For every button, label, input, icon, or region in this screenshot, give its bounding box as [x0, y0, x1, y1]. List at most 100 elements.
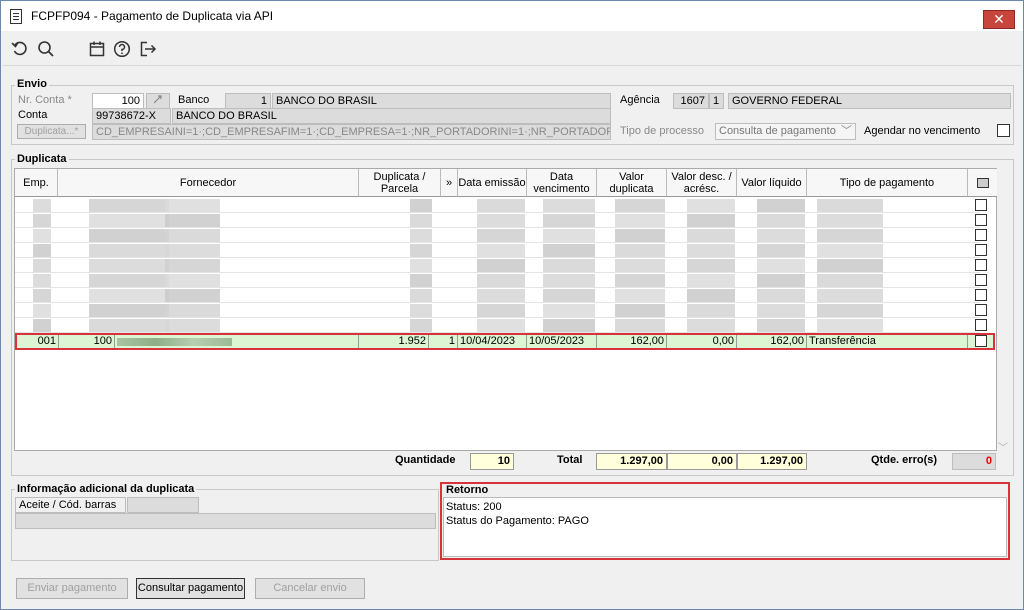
row-checkbox[interactable]: [975, 319, 987, 331]
duplicata-grid: Emp. Fornecedor Duplicata / Parcela » Da…: [14, 168, 1008, 454]
redacted-cell: [89, 214, 169, 227]
redacted-cell: [33, 319, 51, 332]
redacted-cell: [89, 229, 169, 242]
redacted-cell: [33, 304, 51, 317]
redacted-cell: [817, 214, 883, 227]
redacted-cell: [817, 274, 883, 287]
row-checkbox[interactable]: [975, 229, 987, 241]
redacted-cell: [757, 319, 805, 332]
scroll-down-icon[interactable]: ﹀: [998, 439, 1008, 454]
cell-valor-desc: 0,00: [667, 335, 737, 348]
consultar-pagamento-button[interactable]: Consultar pagamento: [136, 578, 245, 599]
redacted-cell: [165, 319, 220, 332]
redacted-cell: [33, 244, 51, 257]
redacted-cell: [757, 259, 805, 272]
redacted-cell: [687, 199, 735, 212]
table-row[interactable]: [15, 288, 987, 303]
banco-code: 1: [225, 93, 271, 109]
redacted-cell: [477, 319, 525, 332]
table-row[interactable]: [15, 243, 987, 258]
selected-table-row[interactable]: 001 100 1.952 1 10/04/2023 10/05/2023 16…: [15, 333, 995, 350]
table-row[interactable]: [15, 258, 987, 273]
enviar-pagamento-button[interactable]: Enviar pagamento: [16, 578, 128, 599]
qtde-erro-label: Qtde. erro(s): [871, 454, 938, 466]
help-icon[interactable]: [112, 39, 132, 59]
tipo-processo-select[interactable]: Consulta de pagamento ﹀: [715, 123, 856, 140]
col-valor-liquido[interactable]: Valor líquido: [737, 169, 807, 197]
col-fornecedor[interactable]: Fornecedor: [58, 169, 359, 197]
redacted-cell: [543, 244, 595, 257]
cell-fornecedor-name: [115, 335, 359, 348]
col-data-vencimento[interactable]: Data vencimento: [527, 169, 597, 197]
row-checkbox[interactable]: [975, 335, 987, 347]
redacted-cell: [817, 304, 883, 317]
retorno-status-pagamento: Status do Pagamento: PAGO: [446, 515, 589, 527]
row-checkbox[interactable]: [975, 304, 987, 316]
redacted-cell: [687, 274, 735, 287]
table-row[interactable]: [15, 198, 987, 213]
row-checkbox[interactable]: [975, 244, 987, 256]
redacted-cell: [165, 244, 220, 257]
redacted-cell: [477, 244, 525, 257]
duplicata-button[interactable]: Duplicata...*: [17, 124, 86, 139]
col-duplicata-parcela[interactable]: Duplicata / Parcela: [359, 169, 441, 197]
col-select-all[interactable]: [968, 169, 997, 197]
col-tipo-pagamento[interactable]: Tipo de pagamento: [807, 169, 968, 197]
cell-data-vencimento: 10/05/2023: [527, 335, 597, 348]
redacted-cell: [165, 229, 220, 242]
redacted-cell: [687, 214, 735, 227]
document-icon: [10, 9, 22, 24]
table-row[interactable]: [15, 228, 987, 243]
calendar-icon[interactable]: [87, 39, 107, 59]
search-icon[interactable]: [36, 39, 56, 59]
col-valor-duplicata[interactable]: Valor duplicata: [597, 169, 667, 197]
redacted-cell: [410, 229, 432, 242]
lookup-button[interactable]: [146, 93, 170, 109]
col-expand[interactable]: »: [441, 169, 458, 197]
row-checkbox[interactable]: [975, 214, 987, 226]
redacted-cell: [687, 304, 735, 317]
redacted-cell: [615, 214, 665, 227]
undo-icon[interactable]: [10, 39, 30, 59]
col-data-emissao[interactable]: Data emissão: [458, 169, 527, 197]
conta-name: BANCO DO BRASIL: [172, 108, 611, 124]
redacted-cell: [543, 289, 595, 302]
col-valor-desc[interactable]: Valor desc. / acrésc.: [667, 169, 737, 197]
row-checkbox[interactable]: [975, 259, 987, 271]
redacted-cell: [817, 259, 883, 272]
redacted-cell: [543, 259, 595, 272]
row-checkbox[interactable]: [975, 289, 987, 301]
tipo-processo-label: Tipo de processo: [620, 125, 704, 137]
redacted-cell: [33, 214, 51, 227]
redacted-cell: [615, 244, 665, 257]
conta-label: Conta: [18, 109, 48, 121]
redacted-text: [117, 338, 232, 346]
redacted-cell: [687, 259, 735, 272]
redacted-cell: [165, 199, 220, 212]
table-row[interactable]: [15, 213, 987, 228]
select-all-checkbox[interactable]: [976, 177, 989, 188]
redacted-cell: [757, 199, 805, 212]
redacted-cell: [757, 304, 805, 317]
row-checkbox[interactable]: [975, 274, 987, 286]
exit-icon[interactable]: [138, 39, 158, 59]
table-row[interactable]: [15, 303, 987, 318]
agencia-dv: 1: [709, 93, 724, 109]
redacted-cell: [615, 229, 665, 242]
redacted-cell: [543, 214, 595, 227]
retorno-text-area[interactable]: Status: 200 Status do Pagamento: PAGO: [443, 497, 1007, 557]
redacted-cell: [165, 289, 220, 302]
table-row[interactable]: [15, 318, 987, 333]
row-checkbox[interactable]: [975, 199, 987, 211]
window-title: FCPFP094 - Pagamento de Duplicata via AP…: [31, 9, 274, 23]
table-row[interactable]: [15, 273, 987, 288]
envio-title: Envio: [15, 78, 49, 90]
redacted-cell: [410, 214, 432, 227]
close-button[interactable]: ✕: [983, 10, 1015, 29]
nr-conta-input[interactable]: 100: [92, 93, 144, 109]
agendar-checkbox[interactable]: [997, 124, 1010, 137]
agencia-code: 1607: [673, 93, 709, 109]
col-emp[interactable]: Emp.: [15, 169, 58, 197]
redacted-cell: [33, 289, 51, 302]
cancelar-envio-button[interactable]: Cancelar envio: [255, 578, 365, 599]
